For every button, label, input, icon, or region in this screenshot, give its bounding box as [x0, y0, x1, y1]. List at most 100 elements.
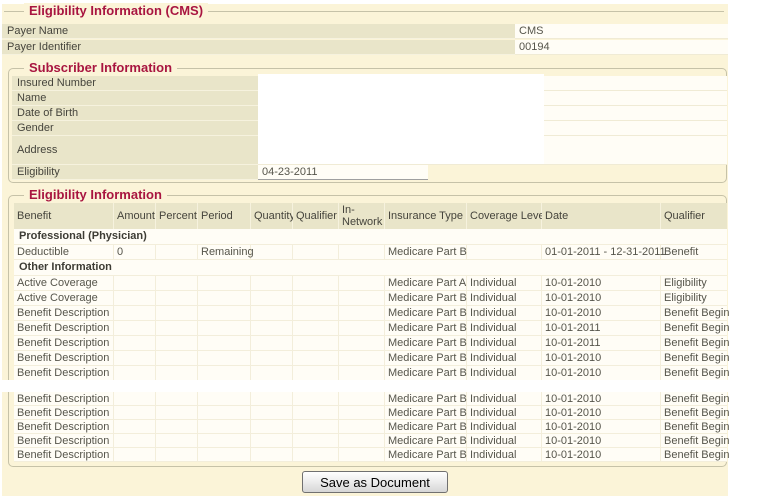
- table-cell: [156, 406, 198, 420]
- table-cell: Deductible: [14, 245, 114, 260]
- table-cell: [198, 366, 251, 381]
- table-cell: Eligibility: [661, 291, 727, 306]
- table-cell: [251, 406, 293, 420]
- field-value: 04-23-2011: [258, 165, 428, 180]
- table-header-row: BenefitAmountPercentPeriodQuantityQualif…: [14, 203, 727, 229]
- field-label: Gender: [12, 121, 258, 136]
- table-cell: Individual: [467, 420, 542, 434]
- table-cell: 10-01-2010: [542, 420, 661, 434]
- table-cell: [339, 448, 385, 462]
- table-cell: 10-01-2010: [542, 366, 661, 381]
- table-cell: Medicare Part B: [385, 406, 467, 420]
- table-cell: [467, 245, 542, 260]
- table-cell: [293, 448, 339, 462]
- table-cell: [251, 366, 293, 381]
- table-cell: Benefit Begin: [661, 366, 727, 381]
- table-row: Benefit DescriptionMedicare Part BIndivi…: [14, 351, 727, 366]
- table-cell: [251, 351, 293, 366]
- table-cell: [198, 392, 251, 406]
- table-cell: [339, 351, 385, 366]
- table-cell: [114, 434, 156, 448]
- table-group-row: Professional (Physician): [14, 229, 727, 245]
- table-row: Deductible0RemainingMedicare Part B01-01…: [14, 245, 727, 260]
- table-cell: Benefit Begin: [661, 392, 727, 406]
- table-cell: [156, 306, 198, 321]
- table-cell: [114, 406, 156, 420]
- table-cell: 10-01-2010: [542, 392, 661, 406]
- column-header: Qualifier: [661, 203, 727, 229]
- table-row: Benefit DescriptionMedicare Part BIndivi…: [14, 406, 727, 420]
- cms-section-legend: Eligibility Information (CMS): [24, 3, 208, 18]
- table-cell: Medicare Part B: [385, 351, 467, 366]
- table-cell: [198, 336, 251, 351]
- table-row: Active CoverageMedicare Part AIndividual…: [14, 276, 727, 291]
- table-cell: [156, 291, 198, 306]
- table-cell: [251, 291, 293, 306]
- table-cell: [251, 245, 293, 260]
- table-cell: Medicare Part B: [385, 448, 467, 462]
- table-cell: [339, 420, 385, 434]
- table-cell: [251, 306, 293, 321]
- table-cell: [114, 448, 156, 462]
- table-cell: [198, 291, 251, 306]
- table-cell: [339, 434, 385, 448]
- table-cell: [251, 321, 293, 336]
- payer-row: Payer Identifier00194: [2, 40, 728, 55]
- subscriber-section-legend: Subscriber Information: [24, 60, 177, 75]
- table-cell: Individual: [467, 448, 542, 462]
- table-row: Benefit DescriptionMedicare Part BIndivi…: [14, 306, 727, 321]
- table-cell: Individual: [467, 276, 542, 291]
- table-cell: 10-01-2010: [542, 291, 661, 306]
- table-cell: Medicare Part B: [385, 245, 467, 260]
- table-cell: [156, 336, 198, 351]
- table-cell: [114, 366, 156, 381]
- table-cell: Benefit Begin: [661, 434, 727, 448]
- table-cell: Active Coverage: [14, 276, 114, 291]
- table-cell: [156, 448, 198, 462]
- field-value: 00194: [515, 40, 728, 55]
- table-cell: [114, 351, 156, 366]
- table-cell: Individual: [467, 306, 542, 321]
- table-cell: Individual: [467, 336, 542, 351]
- column-header: Period: [198, 203, 251, 229]
- table-group-row: Other Information: [14, 260, 727, 276]
- table-cell: Medicare Part B: [385, 366, 467, 381]
- table-cell: [293, 245, 339, 260]
- table-cell: [198, 448, 251, 462]
- table-cell: [156, 366, 198, 381]
- table-cell: [339, 245, 385, 260]
- table-cell: [156, 245, 198, 260]
- redacted-values-block: [258, 74, 544, 164]
- column-header: Quantity: [251, 203, 293, 229]
- table-cell: Benefit Begin: [661, 448, 727, 462]
- table-cell: [156, 434, 198, 448]
- column-header: Benefit: [14, 203, 114, 229]
- table-cell: Benefit Description: [14, 434, 114, 448]
- table-cell: [293, 392, 339, 406]
- table-cell: Benefit Begin: [661, 406, 727, 420]
- table-cell: [293, 321, 339, 336]
- table-cell: [339, 406, 385, 420]
- column-header: Qualifier: [293, 203, 339, 229]
- table-cell: [156, 276, 198, 291]
- table-cell: [251, 392, 293, 406]
- field-value: CMS: [515, 24, 728, 39]
- table-cell: Benefit: [661, 245, 727, 260]
- column-header: Amount: [114, 203, 156, 229]
- table-row: Active CoverageMedicare Part BIndividual…: [14, 291, 727, 306]
- field-label: Payer Identifier: [2, 40, 515, 55]
- table-cell: [198, 276, 251, 291]
- field-extra: [543, 91, 727, 106]
- table-cell: 10-01-2010: [542, 434, 661, 448]
- table-cell: Benefit Description: [14, 321, 114, 336]
- table-cell: Medicare Part B: [385, 420, 467, 434]
- table-cell: Benefit Begin: [661, 321, 727, 336]
- table-row: Benefit DescriptionMedicare Part BIndivi…: [14, 392, 727, 406]
- table-cell: Benefit Description: [14, 406, 114, 420]
- table-cell: 10-01-2010: [542, 406, 661, 420]
- table-cell: [339, 291, 385, 306]
- table-cell: Remaining: [198, 245, 251, 260]
- table-cell: Benefit Begin: [661, 351, 727, 366]
- table-cell: Individual: [467, 434, 542, 448]
- save-as-document-button[interactable]: Save as Document: [302, 471, 448, 493]
